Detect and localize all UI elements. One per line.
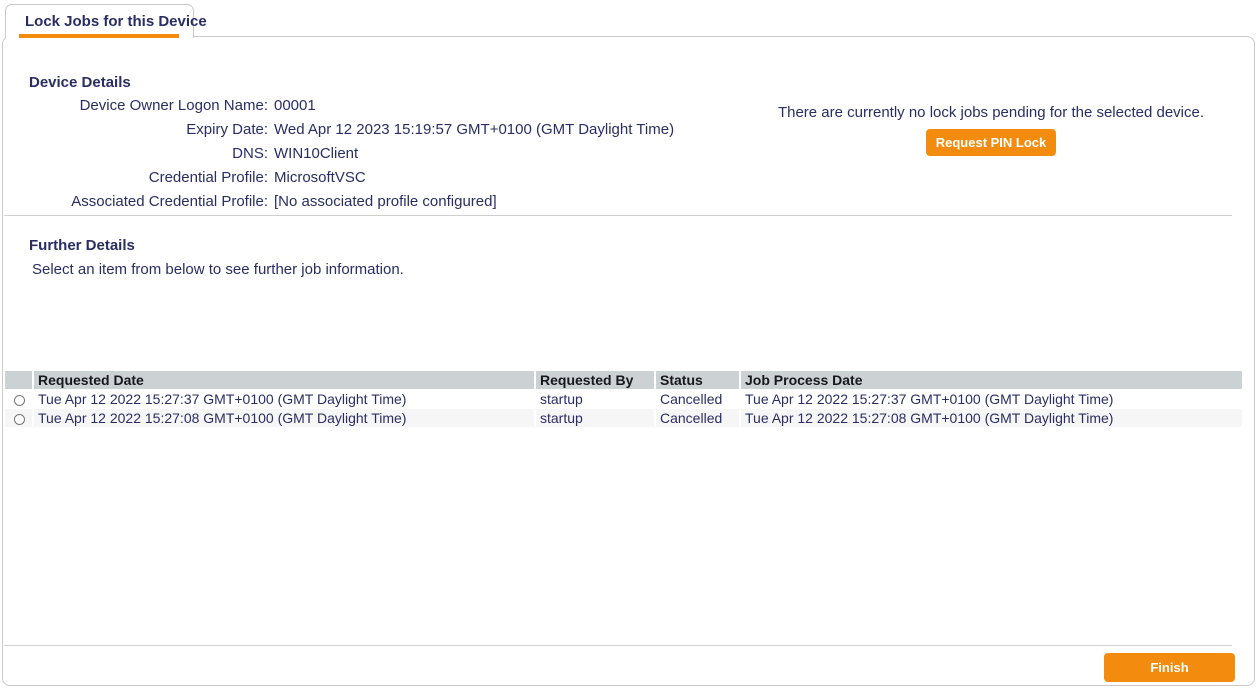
cell-status: Cancelled: [656, 390, 739, 408]
detail-row-owner-logon: Device Owner Logon Name: 00001: [3, 94, 674, 118]
tab-active-underline: [19, 34, 179, 38]
cell-requested-by: startup: [536, 390, 654, 408]
device-details-list: Device Owner Logon Name: 00001 Expiry Da…: [3, 94, 674, 214]
finish-button[interactable]: Finish: [1104, 653, 1235, 682]
detail-value: MicrosoftVSC: [274, 166, 366, 190]
detail-label: Associated Credential Profile:: [3, 190, 268, 214]
detail-row-dns: DNS: WIN10Client: [3, 142, 674, 166]
detail-row-credential-profile: Credential Profile: MicrosoftVSC: [3, 166, 674, 190]
header-job-process-date: Job Process Date: [741, 371, 1242, 389]
detail-value: WIN10Client: [274, 142, 358, 166]
detail-label: DNS:: [3, 142, 268, 166]
tab-label: Lock Jobs for this Device: [25, 13, 207, 30]
detail-label: Device Owner Logon Name:: [3, 94, 268, 118]
cell-requested-date: Tue Apr 12 2022 15:27:37 GMT+0100 (GMT D…: [34, 390, 534, 408]
detail-value: [No associated profile configured]: [274, 190, 497, 214]
cell-status: Cancelled: [656, 409, 739, 427]
job-select-radio[interactable]: [14, 395, 25, 406]
main-panel: Device Details Device Owner Logon Name: …: [2, 36, 1255, 686]
further-details-instruction: Select an item from below to see further…: [32, 261, 404, 278]
header-requested-by: Requested By: [536, 371, 654, 389]
no-lock-jobs-message: There are currently no lock jobs pending…: [749, 104, 1233, 121]
detail-value: Wed Apr 12 2023 15:19:57 GMT+0100 (GMT D…: [274, 118, 674, 142]
cell-requested-date: Tue Apr 12 2022 15:27:08 GMT+0100 (GMT D…: [34, 409, 534, 427]
header-select-column: [5, 371, 32, 389]
footer-divider: [4, 645, 1232, 646]
device-details-heading: Device Details: [29, 74, 131, 91]
detail-label: Credential Profile:: [3, 166, 268, 190]
detail-row-associated-credential-profile: Associated Credential Profile: [No assoc…: [3, 190, 674, 214]
job-select-radio[interactable]: [14, 414, 25, 425]
header-requested-date: Requested Date: [34, 371, 534, 389]
pending-jobs-block: There are currently no lock jobs pending…: [749, 104, 1233, 156]
table-row[interactable]: Tue Apr 12 2022 15:27:08 GMT+0100 (GMT D…: [5, 409, 1242, 427]
row-radio-cell: [5, 409, 32, 427]
table-row[interactable]: Tue Apr 12 2022 15:27:37 GMT+0100 (GMT D…: [5, 390, 1242, 408]
request-pin-lock-button[interactable]: Request PIN Lock: [926, 129, 1056, 156]
further-details-heading: Further Details: [29, 237, 135, 254]
row-radio-cell: [5, 390, 32, 408]
lock-jobs-screen: Lock Jobs for this Device Device Details…: [0, 0, 1258, 695]
cell-job-process-date: Tue Apr 12 2022 15:27:37 GMT+0100 (GMT D…: [741, 390, 1242, 408]
section-divider: [4, 215, 1232, 216]
tab-lock-jobs-for-this-device[interactable]: Lock Jobs for this Device: [5, 4, 194, 38]
detail-value: 00001: [274, 94, 316, 118]
cell-job-process-date: Tue Apr 12 2022 15:27:08 GMT+0100 (GMT D…: [741, 409, 1242, 427]
table-header-row: Requested Date Requested By Status Job P…: [5, 371, 1242, 389]
lock-jobs-table: Requested Date Requested By Status Job P…: [3, 370, 1244, 428]
detail-row-expiry-date: Expiry Date: Wed Apr 12 2023 15:19:57 GM…: [3, 118, 674, 142]
detail-label: Expiry Date:: [3, 118, 268, 142]
header-status: Status: [656, 371, 739, 389]
cell-requested-by: startup: [536, 409, 654, 427]
